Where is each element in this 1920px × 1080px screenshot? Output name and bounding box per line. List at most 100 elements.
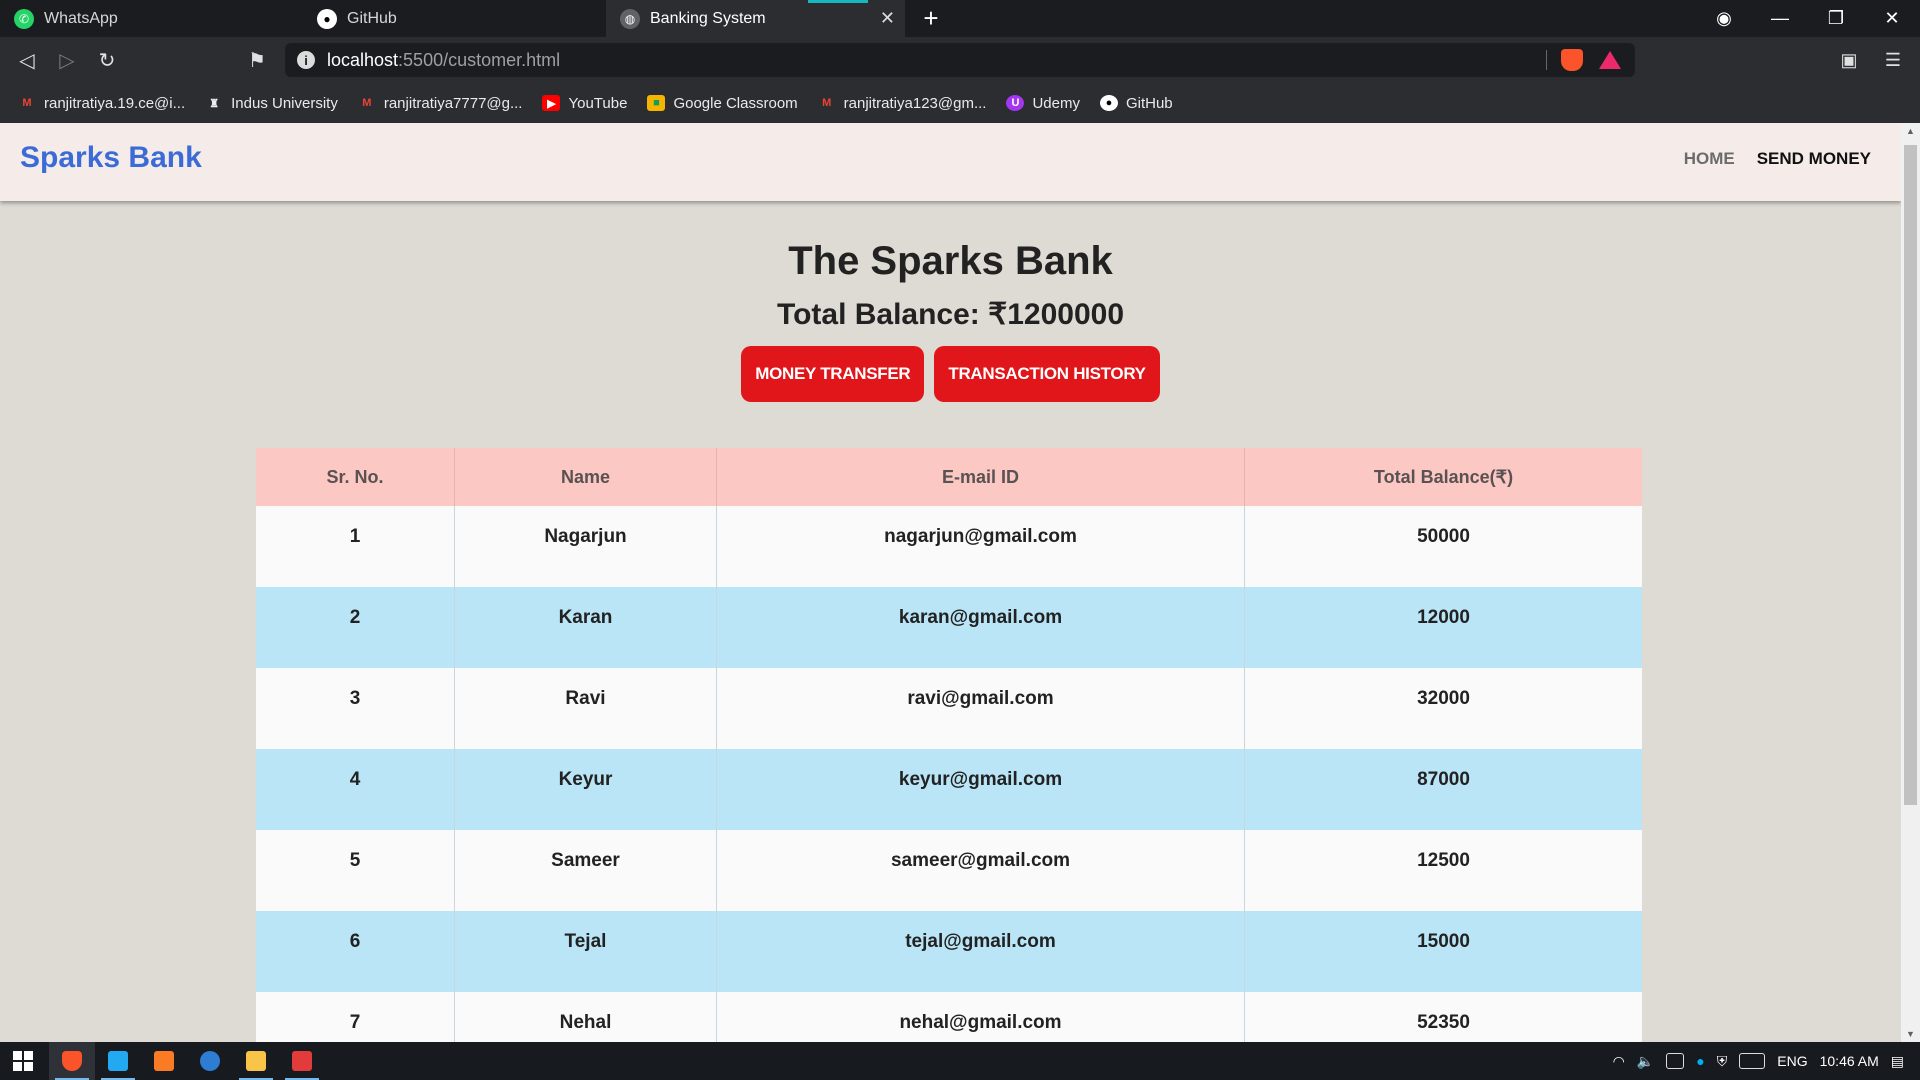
column-header: Name <box>455 448 717 506</box>
keyboard-icon[interactable] <box>1739 1053 1766 1069</box>
shield-icon[interactable]: ⛨ <box>1717 1053 1728 1070</box>
bookmark-item[interactable]: Mranjitratiya7777@g... <box>358 95 522 112</box>
table-row[interactable]: 3 Ravi ravi@gmail.com 32000 <box>256 668 1642 749</box>
table-row[interactable]: 4 Keyur keyur@gmail.com 87000 <box>256 749 1642 830</box>
cell-email: ravi@gmail.com <box>717 668 1245 749</box>
cell-sr-no: 2 <box>256 587 455 668</box>
action-buttons: MONEY TRANSFER TRANSACTION HISTORY <box>0 346 1901 402</box>
cell-email: karan@gmail.com <box>717 587 1245 668</box>
bookmark-item[interactable]: ♜ Indus University <box>205 95 338 112</box>
table-row[interactable]: 2 Karan karan@gmail.com 12000 <box>256 587 1642 668</box>
taskbar-file-explorer[interactable] <box>233 1042 279 1080</box>
taskbar-app[interactable] <box>279 1042 325 1080</box>
bookmark-item[interactable]: ■ Google Classroom <box>647 95 798 112</box>
classroom-icon: ■ <box>647 95 666 111</box>
divider <box>1546 50 1547 70</box>
tab-loading-indicator <box>808 0 868 3</box>
tab-search-icon[interactable]: ◉ <box>1696 0 1752 37</box>
brave-rewards-icon[interactable] <box>1599 51 1621 69</box>
table-row[interactable]: 5 Sameer sameer@gmail.com 12500 <box>256 830 1642 911</box>
notification-icon[interactable]: ▤ <box>1891 1053 1904 1070</box>
bookmark-icon[interactable]: ⚑ <box>242 45 272 75</box>
scroll-down-icon[interactable]: ▼ <box>1901 1026 1920 1042</box>
table-row[interactable]: 1 Nagarjun nagarjun@gmail.com 50000 <box>256 506 1642 587</box>
minimize-button[interactable]: — <box>1752 0 1808 37</box>
start-button[interactable] <box>0 1042 46 1080</box>
menu-icon[interactable]: ☰ <box>1878 45 1908 75</box>
close-window-button[interactable]: ✕ <box>1864 0 1920 37</box>
cell-name: Keyur <box>455 749 717 830</box>
money-transfer-button[interactable]: MONEY TRANSFER <box>741 346 925 402</box>
cell-email: tejal@gmail.com <box>717 911 1245 992</box>
taskbar-xampp[interactable] <box>141 1042 187 1080</box>
cell-balance: 12000 <box>1417 607 1470 628</box>
battery-icon[interactable] <box>1666 1053 1685 1069</box>
bookmark-label: ranjitratiya.19.ce@i... <box>44 94 186 112</box>
table-row[interactable]: 6 Tejal tejal@gmail.com 15000 <box>256 911 1642 992</box>
window-controls: ◉ — ❐ ✕ <box>1696 0 1920 37</box>
site-info-icon[interactable]: i <box>297 51 315 69</box>
bookmark-item[interactable]: ▶ YouTube <box>542 95 627 112</box>
clock[interactable]: 10:46 AM <box>1820 1053 1879 1069</box>
nav-links: HOME SEND MONEY <box>1684 149 1871 169</box>
nav-home-link[interactable]: HOME <box>1684 149 1735 169</box>
back-button[interactable]: ◁ <box>12 45 42 75</box>
forward-button[interactable]: ▷ <box>52 45 82 75</box>
column-header: E-mail ID <box>717 448 1245 506</box>
transaction-history-button[interactable]: TRANSACTION HISTORY <box>934 346 1160 402</box>
cell-balance: 12500 <box>1417 850 1470 871</box>
table-row[interactable]: 7 Nehal nehal@gmail.com 52350 <box>256 992 1642 1042</box>
page-viewport: Sparks Bank HOME SEND MONEY The Sparks B… <box>0 123 1901 1042</box>
cell-sr-no: 3 <box>256 668 455 749</box>
cell-balance: 87000 <box>1417 769 1470 790</box>
indus-icon: ♜ <box>209 97 220 110</box>
cell-balance: 52350 <box>1417 1012 1470 1033</box>
tab-github[interactable]: ● GitHub <box>303 0 602 37</box>
site-navbar: Sparks Bank HOME SEND MONEY <box>0 123 1901 201</box>
new-tab-button[interactable]: + <box>915 2 947 34</box>
reload-button[interactable]: ↻ <box>92 45 122 75</box>
tab-label: WhatsApp <box>44 9 118 27</box>
bookmark-label: GitHub <box>1125 94 1173 112</box>
bookmark-item[interactable]: Mranjitratiya123@gm... <box>818 95 986 112</box>
bookmark-item[interactable]: U Udemy <box>1006 95 1080 112</box>
page-scrollbar[interactable]: ▲ ▼ <box>1901 123 1920 1042</box>
scroll-up-icon[interactable]: ▲ <box>1901 123 1920 139</box>
wallet-icon[interactable]: ▣ <box>1834 45 1864 75</box>
wifi-icon[interactable]: ◠ <box>1613 1053 1625 1070</box>
scrollbar-thumb[interactable] <box>1904 145 1917 805</box>
cell-balance: 15000 <box>1417 931 1470 952</box>
cell-sr-no: 4 <box>256 749 455 830</box>
tab-banking-system[interactable]: ◍ Banking System ✕ <box>606 0 905 37</box>
cell-name: Tejal <box>455 911 717 992</box>
xampp-icon <box>154 1051 174 1071</box>
brand-logo[interactable]: Sparks Bank <box>20 141 202 175</box>
bookmarks-bar: Mranjitratiya.19.ce@i... ♜ Indus Universi… <box>0 83 1920 123</box>
tab-whatsapp[interactable]: ✆ WhatsApp <box>0 0 299 37</box>
app-icon <box>292 1051 312 1071</box>
skype-icon[interactable]: ● <box>1696 1053 1704 1069</box>
close-icon[interactable]: ✕ <box>880 8 895 29</box>
address-bar[interactable]: i localhost:5500/customer.html <box>285 43 1635 77</box>
column-header: Total Balance(₹) <box>1373 466 1514 487</box>
youtube-icon: ▶ <box>542 95 561 111</box>
taskbar-vscode[interactable] <box>95 1042 141 1080</box>
cell-sr-no: 6 <box>256 911 455 992</box>
taskbar-brave[interactable] <box>49 1042 95 1080</box>
language-indicator[interactable]: ENG <box>1777 1053 1807 1069</box>
bookmark-item[interactable]: Mranjitratiya.19.ce@i... <box>18 95 185 112</box>
brave-shields-icon[interactable] <box>1561 49 1583 71</box>
folder-icon <box>246 1051 266 1071</box>
url-host: localhost <box>327 49 399 70</box>
taskbar-snipping[interactable] <box>187 1042 233 1080</box>
volume-icon[interactable]: 🔈 <box>1637 1053 1654 1070</box>
gmail-icon: M <box>362 97 372 109</box>
github-icon: ● <box>317 8 337 29</box>
restore-button[interactable]: ❐ <box>1808 0 1864 37</box>
vscode-icon <box>108 1051 128 1071</box>
globe-icon: ◍ <box>620 8 640 29</box>
total-balance: Total Balance: ₹1200000 <box>776 298 1125 331</box>
nav-send-money-link[interactable]: SEND MONEY <box>1757 149 1871 169</box>
bookmark-item[interactable]: ● GitHub <box>1099 94 1173 112</box>
brave-icon <box>62 1051 82 1071</box>
